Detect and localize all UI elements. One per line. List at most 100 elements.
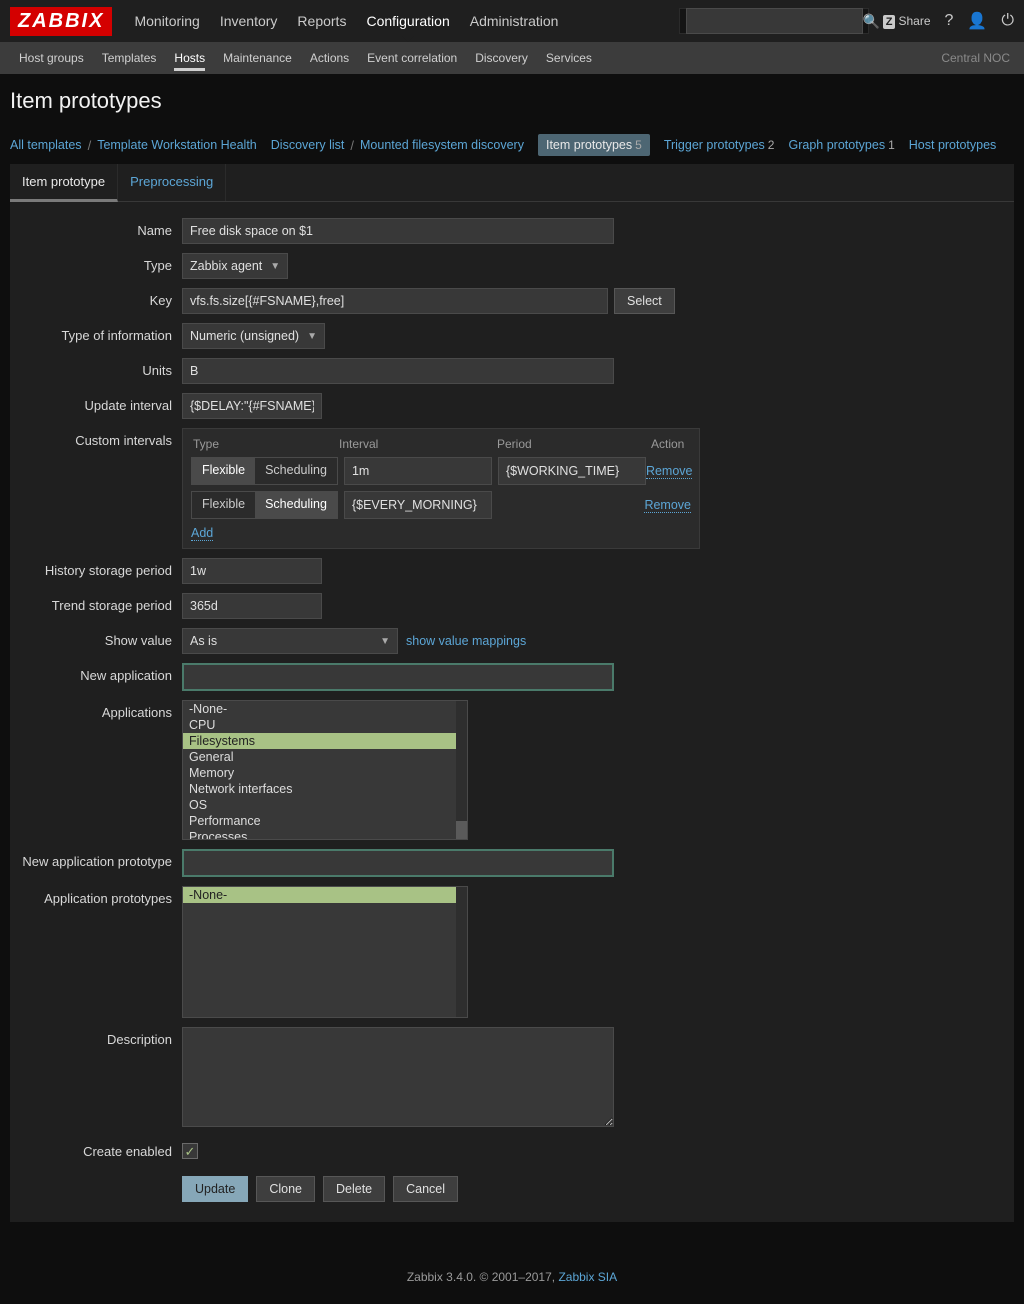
app-prototypes-option[interactable]: -None-	[183, 887, 456, 903]
crumb-template[interactable]: Template Workstation Health	[97, 138, 257, 152]
key-input[interactable]	[182, 288, 608, 314]
applications-option[interactable]: General	[183, 749, 456, 765]
application-prototypes-listbox[interactable]: -None-	[182, 886, 468, 1018]
applications-option[interactable]: Processes	[183, 829, 456, 840]
subnav-actions[interactable]: Actions	[301, 42, 358, 74]
subnav-services[interactable]: Services	[537, 42, 601, 74]
type-select[interactable]: Zabbix agent▼	[182, 253, 288, 279]
applications-listbox[interactable]: -None-CPUFilesystemsGeneralMemoryNetwork…	[182, 700, 468, 840]
ci-col-interval: Interval	[339, 437, 497, 451]
chevron-down-icon: ▼	[307, 331, 317, 342]
subnav-hosts[interactable]: Hosts	[165, 42, 214, 74]
nav-reports[interactable]: Reports	[287, 0, 356, 42]
main-panel: Item prototype Preprocessing Name Type Z…	[10, 164, 1014, 1222]
ci-period-input[interactable]	[498, 457, 646, 485]
crumb-discovery-list[interactable]: Discovery list	[271, 138, 345, 152]
breadcrumb: All templates / Template Workstation Hea…	[0, 126, 1024, 164]
search-box[interactable]: 🔍	[679, 8, 869, 34]
label-type: Type	[10, 253, 182, 279]
scrollbar[interactable]	[456, 701, 467, 839]
crumb-all-templates[interactable]: All templates	[10, 138, 82, 152]
nav-inventory[interactable]: Inventory	[210, 0, 288, 42]
nav-configuration[interactable]: Configuration	[356, 0, 459, 42]
tab-preprocessing[interactable]: Preprocessing	[118, 164, 226, 201]
ci-mode-toggle[interactable]: Flexible Scheduling	[191, 491, 338, 519]
update-button[interactable]: Update	[182, 1176, 248, 1202]
cancel-button[interactable]: Cancel	[393, 1176, 458, 1202]
nav-administration[interactable]: Administration	[460, 0, 569, 42]
label-newapp: New application	[10, 663, 182, 691]
select-button[interactable]: Select	[614, 288, 675, 314]
ci-flexible-option[interactable]: Flexible	[192, 458, 255, 484]
ci-scheduling-option[interactable]: Scheduling	[255, 492, 337, 518]
trend-input[interactable]	[182, 593, 322, 619]
history-input[interactable]	[182, 558, 322, 584]
units-input[interactable]	[182, 358, 614, 384]
ci-remove-link[interactable]: Remove	[644, 498, 691, 513]
delete-button[interactable]: Delete	[323, 1176, 385, 1202]
crumb-discovery-rule[interactable]: Mounted filesystem discovery	[360, 138, 524, 152]
search-input[interactable]	[686, 8, 863, 34]
footer-link[interactable]: Zabbix SIA	[558, 1270, 617, 1284]
tab-item-prototype[interactable]: Item prototype	[10, 164, 118, 202]
ci-interval-input[interactable]	[344, 457, 492, 485]
ci-remove-link[interactable]: Remove	[646, 464, 693, 479]
crumb-item-prototypes[interactable]: Item prototypes5	[538, 134, 650, 156]
applications-option[interactable]: Network interfaces	[183, 781, 456, 797]
applications-option[interactable]: CPU	[183, 717, 456, 733]
top-nav: ZABBIX Monitoring Inventory Reports Conf…	[0, 0, 1024, 42]
create-enabled-checkbox[interactable]	[182, 1143, 198, 1159]
subnav-maintenance[interactable]: Maintenance	[214, 42, 301, 74]
subnav-host-groups[interactable]: Host groups	[10, 42, 93, 74]
power-icon[interactable]: ⏻	[1001, 12, 1014, 30]
crumb-host-prototypes[interactable]: Host prototypes	[909, 138, 997, 152]
label-desc: Description	[10, 1027, 182, 1130]
scrollbar[interactable]	[456, 887, 467, 1017]
name-input[interactable]	[182, 218, 614, 244]
update-interval-input[interactable]	[182, 393, 322, 419]
crumb-sep: /	[88, 138, 92, 153]
ci-scheduling-option[interactable]: Scheduling	[255, 458, 337, 484]
subnav-templates[interactable]: Templates	[93, 42, 166, 74]
show-value-mappings-link[interactable]: show value mappings	[406, 634, 526, 648]
search-icon[interactable]: 🔍	[863, 13, 880, 30]
label-custom: Custom intervals	[10, 428, 182, 549]
label-key: Key	[10, 288, 182, 314]
label-appprotos: Application prototypes	[10, 886, 182, 1018]
showvalue-select[interactable]: As is▼	[182, 628, 398, 654]
applications-option[interactable]: Performance	[183, 813, 456, 829]
scrollbar-thumb[interactable]	[456, 821, 467, 839]
share-link[interactable]: ZShare	[883, 14, 931, 28]
label-create: Create enabled	[10, 1139, 182, 1159]
user-icon[interactable]: 👤	[967, 11, 987, 31]
clone-button[interactable]: Clone	[256, 1176, 315, 1202]
description-textarea[interactable]	[182, 1027, 614, 1127]
label-name: Name	[10, 218, 182, 244]
applications-option[interactable]: OS	[183, 797, 456, 813]
crumb-trigger-prototypes[interactable]: Trigger prototypes	[664, 138, 765, 152]
crumb-graph-prototypes[interactable]: Graph prototypes	[788, 138, 885, 152]
applications-option[interactable]: -None-	[183, 701, 456, 717]
new-app-prototype-input[interactable]	[182, 849, 614, 877]
new-application-input[interactable]	[182, 663, 614, 691]
help-icon[interactable]: ?	[945, 12, 954, 30]
page-title: Item prototypes	[0, 74, 1024, 126]
ci-add-link[interactable]: Add	[191, 526, 213, 541]
custom-intervals-box: Type Interval Period Action Flexible Sch…	[182, 428, 700, 549]
applications-option[interactable]: Memory	[183, 765, 456, 781]
typeinfo-select[interactable]: Numeric (unsigned)▼	[182, 323, 325, 349]
ci-interval-input[interactable]	[344, 491, 492, 519]
applications-option[interactable]: Filesystems	[183, 733, 456, 749]
subnav-discovery[interactable]: Discovery	[466, 42, 537, 74]
chevron-down-icon: ▼	[380, 636, 390, 647]
label-typeinfo: Type of information	[10, 323, 182, 349]
nav-monitoring[interactable]: Monitoring	[124, 0, 209, 42]
ci-row: Flexible Scheduling Remove	[191, 457, 691, 485]
logo[interactable]: ZABBIX	[10, 7, 112, 36]
label-update: Update interval	[10, 393, 182, 419]
label-history: History storage period	[10, 558, 182, 584]
ci-flexible-option[interactable]: Flexible	[192, 492, 255, 518]
ci-mode-toggle[interactable]: Flexible Scheduling	[191, 457, 338, 485]
ci-col-period: Period	[497, 437, 651, 451]
ci-col-type: Type	[193, 437, 339, 451]
